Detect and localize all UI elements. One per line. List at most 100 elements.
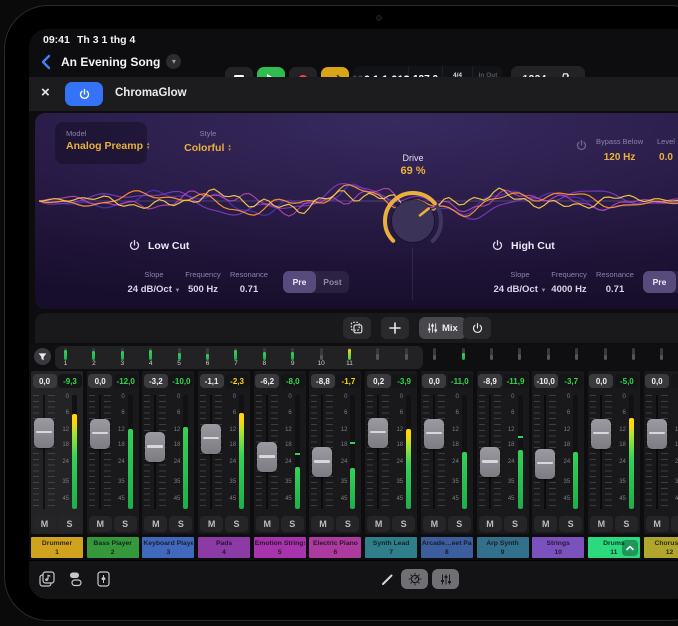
low-cut-resonance[interactable]: Resonance 0.71 (220, 270, 278, 297)
level-value[interactable]: -11,9 (504, 374, 528, 388)
plugin-power-button[interactable] (65, 82, 103, 106)
solo-button[interactable]: S (169, 516, 192, 532)
mixer-view-button[interactable] (432, 569, 459, 589)
volume-value[interactable]: -3,2 (144, 374, 168, 388)
level-value[interactable]: -1,7 (336, 374, 360, 388)
track-label[interactable]: Strings10 (532, 537, 584, 558)
level-control[interactable]: Level 0.0 (657, 131, 678, 163)
volume-value[interactable]: -6,2 (255, 374, 279, 388)
level-value[interactable]: -12,0 (114, 374, 138, 388)
level-value[interactable]: -3,7 (559, 374, 583, 388)
style-selector[interactable]: Style Colorful▲▼ (153, 122, 263, 156)
volume-value[interactable]: -8,8 (311, 374, 335, 388)
fader-cap[interactable] (201, 424, 221, 454)
track-label[interactable]: Chorus V12 (644, 537, 678, 558)
level-value[interactable]: -10,0 (169, 374, 193, 388)
add-button[interactable] (381, 317, 409, 339)
mix-button[interactable]: Mix (419, 317, 466, 339)
drive-control[interactable]: Drive 69 % (371, 153, 455, 177)
model-selector[interactable]: Model Analog Preamp▲▼ (55, 122, 147, 164)
solo-button[interactable]: S (448, 516, 471, 532)
post-button[interactable]: Post (316, 271, 349, 293)
mute-button[interactable]: M (33, 516, 56, 532)
level-value[interactable]: -8,0 (281, 374, 305, 388)
volume-value[interactable]: -10,0 (534, 374, 558, 388)
level-value[interactable]: -11,0 (448, 374, 472, 388)
edit-pencil-button[interactable] (377, 569, 397, 589)
fader-cap[interactable] (480, 447, 500, 477)
volume-value[interactable]: 0,0 (33, 374, 57, 388)
fader-cap[interactable] (312, 447, 332, 477)
solo-button[interactable]: S (225, 516, 248, 532)
volume-value[interactable]: 0,0 (645, 374, 669, 388)
browser-button[interactable] (65, 569, 85, 589)
track-label[interactable]: Emotion Strings5 (254, 537, 306, 558)
track-label[interactable]: Arcade…eet Pad8 (421, 537, 473, 558)
track-label[interactable]: Arp Synth9 (477, 537, 529, 558)
fader-cap[interactable] (368, 418, 388, 448)
fader-cap[interactable] (424, 419, 444, 449)
mute-button[interactable]: M (200, 516, 223, 532)
mute-button[interactable]: M (646, 516, 669, 532)
controls-view-button[interactable] (401, 569, 428, 589)
duplicate-button[interactable] (343, 317, 371, 339)
level-value[interactable]: -9,3 (58, 374, 82, 388)
mute-button[interactable]: M (144, 516, 167, 532)
fader-cap[interactable] (591, 419, 611, 449)
high-cut-power-icon[interactable] (491, 239, 504, 252)
mute-button[interactable]: M (423, 516, 446, 532)
track-label[interactable]: Electric Piano6 (309, 537, 361, 558)
loop-browser-button[interactable] (37, 569, 57, 589)
solo-button[interactable]: S (114, 516, 137, 532)
fader-cap[interactable] (535, 449, 555, 479)
song-title-selector[interactable]: An Evening Song ▾ (61, 54, 181, 69)
track-collapse-button[interactable] (622, 540, 638, 556)
track-label[interactable]: Bass Player2 (87, 537, 139, 558)
mute-button[interactable]: M (256, 516, 279, 532)
fader-cap[interactable] (90, 419, 110, 449)
mute-button[interactable]: M (479, 516, 502, 532)
mute-button[interactable]: M (534, 516, 557, 532)
pre-button[interactable]: Pre (643, 271, 676, 293)
fader-panel-button[interactable] (93, 569, 113, 589)
fader-cap[interactable] (257, 442, 277, 472)
close-icon[interactable]: × (41, 84, 50, 101)
pre-button[interactable]: Pre (283, 271, 316, 293)
solo-button[interactable]: S (281, 516, 304, 532)
filter-button[interactable] (34, 348, 51, 365)
drive-knob[interactable] (375, 183, 451, 259)
volume-value[interactable]: 0,0 (589, 374, 613, 388)
level-value[interactable]: -5,0 (615, 374, 639, 388)
volume-value[interactable]: 0,2 (367, 374, 391, 388)
back-icon[interactable] (39, 53, 55, 71)
solo-button[interactable]: S (559, 516, 582, 532)
volume-value[interactable]: 0,0 (422, 374, 446, 388)
track-label[interactable]: Pads4 (198, 537, 250, 558)
track-label[interactable]: Drummer1 (31, 537, 83, 558)
volume-value[interactable]: -1,1 (200, 374, 224, 388)
mute-button[interactable]: M (89, 516, 112, 532)
level-value[interactable]: -2,3 (225, 374, 249, 388)
mute-button[interactable]: M (367, 516, 390, 532)
fader-cap[interactable] (34, 418, 54, 448)
track-label[interactable]: Synth Lead7 (365, 537, 417, 558)
volume-value[interactable]: -8,9 (478, 374, 502, 388)
high-cut-resonance[interactable]: Resonance 0.71 (586, 270, 644, 297)
level-value[interactable] (671, 374, 678, 388)
volume-value[interactable]: 0,0 (88, 374, 112, 388)
level-value[interactable]: -3,9 (392, 374, 416, 388)
fader-cap[interactable] (145, 432, 165, 462)
solo-button[interactable]: S (58, 516, 81, 532)
bypass-control[interactable]: Bypass Below 120 Hz (575, 131, 643, 163)
mixer-power-button[interactable] (463, 317, 491, 339)
mute-button[interactable]: M (590, 516, 613, 532)
mute-button[interactable]: M (311, 516, 334, 532)
solo-button[interactable]: S (504, 516, 527, 532)
solo-button[interactable]: S (671, 516, 678, 532)
solo-button[interactable]: S (615, 516, 638, 532)
track-label[interactable]: Keyboard Player3 (142, 537, 194, 558)
solo-button[interactable]: S (392, 516, 415, 532)
low-cut-power-icon[interactable] (128, 239, 141, 252)
fader-cap[interactable] (647, 419, 667, 449)
solo-button[interactable]: S (336, 516, 359, 532)
